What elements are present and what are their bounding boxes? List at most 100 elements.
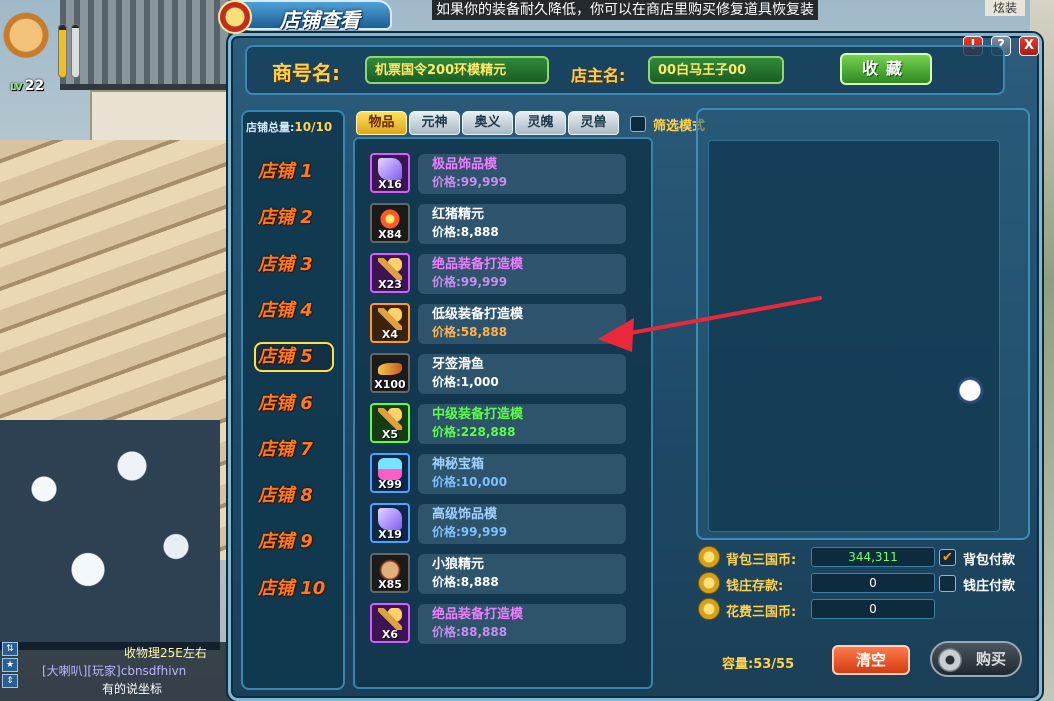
payment-checkbox[interactable]: ✔ [939,549,956,566]
item-name: 绝品装备打造模 [432,607,524,622]
tab-4[interactable]: 灵魄 [515,111,566,135]
item-row[interactable]: X84 红猪精元 价格:8,888 [366,202,628,246]
buy-button[interactable]: 购买 [930,641,1022,677]
window-title: 店铺查看 [280,8,360,32]
hp-mp-bars [58,24,82,78]
chat-log: 收物理25E左右 [大喇叭][玩家]cbnsdfhivn 有的说坐标 [42,644,232,698]
coin-icon [698,572,720,594]
store-tab-1[interactable]: 店铺 1 [254,157,334,187]
item-name: 中级装备打造模 [432,407,524,422]
system-notice: 如果你的装备耐久降低，你可以在商店里购买修复道具恢复装 [432,0,818,20]
item-slot[interactable]: X84 [370,203,410,243]
pig-essence-icon [378,208,402,230]
store-tab-3[interactable]: 店铺 3 [254,250,334,280]
window-title-badge: 店铺查看 [218,0,392,34]
coin-icon [938,648,962,672]
player-avatar[interactable] [0,10,52,66]
item-info: 低级装备打造模 价格:58,888 [418,304,626,344]
item-name: 神秘宝箱 [432,457,485,472]
item-name: 低级装备打造模 [432,307,524,322]
store-total-value: 10/10 [294,120,333,134]
item-name: 高级饰品模 [432,507,498,522]
owner-value: 00白马王子00 [648,56,784,84]
item-price: 价格:99,999 [432,275,508,289]
fish-icon [378,363,402,375]
tab-5[interactable]: 灵兽 [568,111,619,135]
item-row[interactable]: X5 中级装备打造模 价格:228,888 [366,402,628,446]
tab-3[interactable]: 奥义 [462,111,513,135]
telescope-icon [378,508,402,530]
tab-2[interactable]: 元神 [409,111,460,135]
item-slot[interactable]: X5 [370,403,410,443]
item-row[interactable]: X99 神秘宝箱 价格:10,000 [366,452,628,496]
favorite-button[interactable]: 收藏 [840,53,932,85]
store-tab-2[interactable]: 店铺 2 [254,203,334,233]
store-tab-4[interactable]: 店铺 4 [254,296,334,326]
item-info: 绝品装备打造模 价格:99,999 [418,254,626,294]
store-tab-6[interactable]: 店铺 6 [254,389,334,419]
item-slot[interactable]: X23 [370,253,410,293]
telescope-icon [378,158,402,180]
store-tab-10[interactable]: 店铺 10 [254,574,334,604]
item-quantity: X4 [381,328,399,341]
fashion-button[interactable]: 炫装 [985,0,1025,16]
store-tab-7[interactable]: 店铺 7 [254,435,334,465]
item-slot[interactable]: X16 [370,153,410,193]
item-name: 极品饰品模 [432,157,498,172]
item-quantity: X99 [378,478,402,491]
treasure-box-icon [378,458,402,480]
store-tab-5[interactable]: 店铺 5 [254,342,334,373]
owner-label: 店主名: [571,66,626,85]
payment-checkbox[interactable] [939,575,956,592]
item-row[interactable]: X6 绝品装备打造模 价格:88,888 [366,602,628,646]
chat-channel-icon[interactable]: ⇅ [2,642,18,656]
chat-toolbar: ⇅ ★ ⇕ [0,640,20,690]
item-name: 绝品装备打造模 [432,257,524,272]
item-quantity: X5 [381,428,399,441]
item-row[interactable]: X4 低级装备打造模 价格:58,888 [366,302,628,346]
item-slot[interactable]: X85 [370,553,410,593]
item-slot[interactable]: X6 [370,603,410,643]
chat-star-icon[interactable]: ★ [2,658,18,672]
wolf-essence-icon [378,558,402,580]
level-prefix: LV [10,82,23,93]
item-row[interactable]: X85 小狼精元价格:8,888 [366,552,628,596]
clear-button[interactable]: 清空 [832,645,910,675]
item-row[interactable]: X100 牙签滑鱼 价格:1,000 [366,352,628,396]
item-row[interactable]: X23 绝品装备打造模 价格:99,999 [366,252,628,296]
item-row[interactable]: X16 极品饰品模 价格:99,999 [366,152,628,196]
item-info: 牙签滑鱼 价格:1,000 [418,354,626,394]
currency-row: 钱庄存款: 0 钱庄付款 [698,572,1026,596]
close-button[interactable]: X [1019,36,1039,56]
item-slot[interactable]: X100 [370,353,410,393]
coin-icon [698,598,720,620]
tab-1[interactable]: 物品 [356,111,407,135]
item-info: 绝品装备打造模 价格:88,888 [418,604,626,644]
item-slot[interactable]: X4 [370,303,410,343]
item-name: 小狼精元 [432,557,485,572]
item-row[interactable]: X19 高级饰品模 价格:99,999 [366,502,628,546]
item-price: 价格:88,888 [432,625,508,639]
store-tab-9[interactable]: 店铺 9 [254,527,334,557]
currency-row: 花费三国币: 0 [698,598,1026,622]
chat-scroll-icon[interactable]: ⇕ [2,674,18,688]
item-quantity: X84 [378,228,402,241]
item-slot[interactable]: X99 [370,453,410,493]
hand-cursor-icon [958,370,988,404]
item-price: 价格:8,888 [432,575,499,589]
forge-mold-icon [378,258,402,280]
filter-mode-checkbox[interactable] [630,116,646,132]
item-slot[interactable]: X19 [370,503,410,543]
item-quantity: X19 [378,528,402,541]
chat-line: 有的说坐标 [102,682,163,696]
currency-label: 钱庄存款: [726,579,784,594]
store-total-label: 店铺总量: [246,121,295,134]
shop-name-value: 机票国令200环模精元 [365,56,549,84]
item-info: 中级装备打造模 价格:228,888 [418,404,626,444]
coin-icon [698,546,720,568]
store-tab-8[interactable]: 店铺 8 [254,481,334,511]
item-info: 神秘宝箱 价格:10,000 [418,454,626,494]
item-name: 红猪精元 [432,207,485,222]
item-info: 红猪精元 价格:8,888 [418,204,626,244]
currency-label: 花费三国币: [726,605,797,620]
